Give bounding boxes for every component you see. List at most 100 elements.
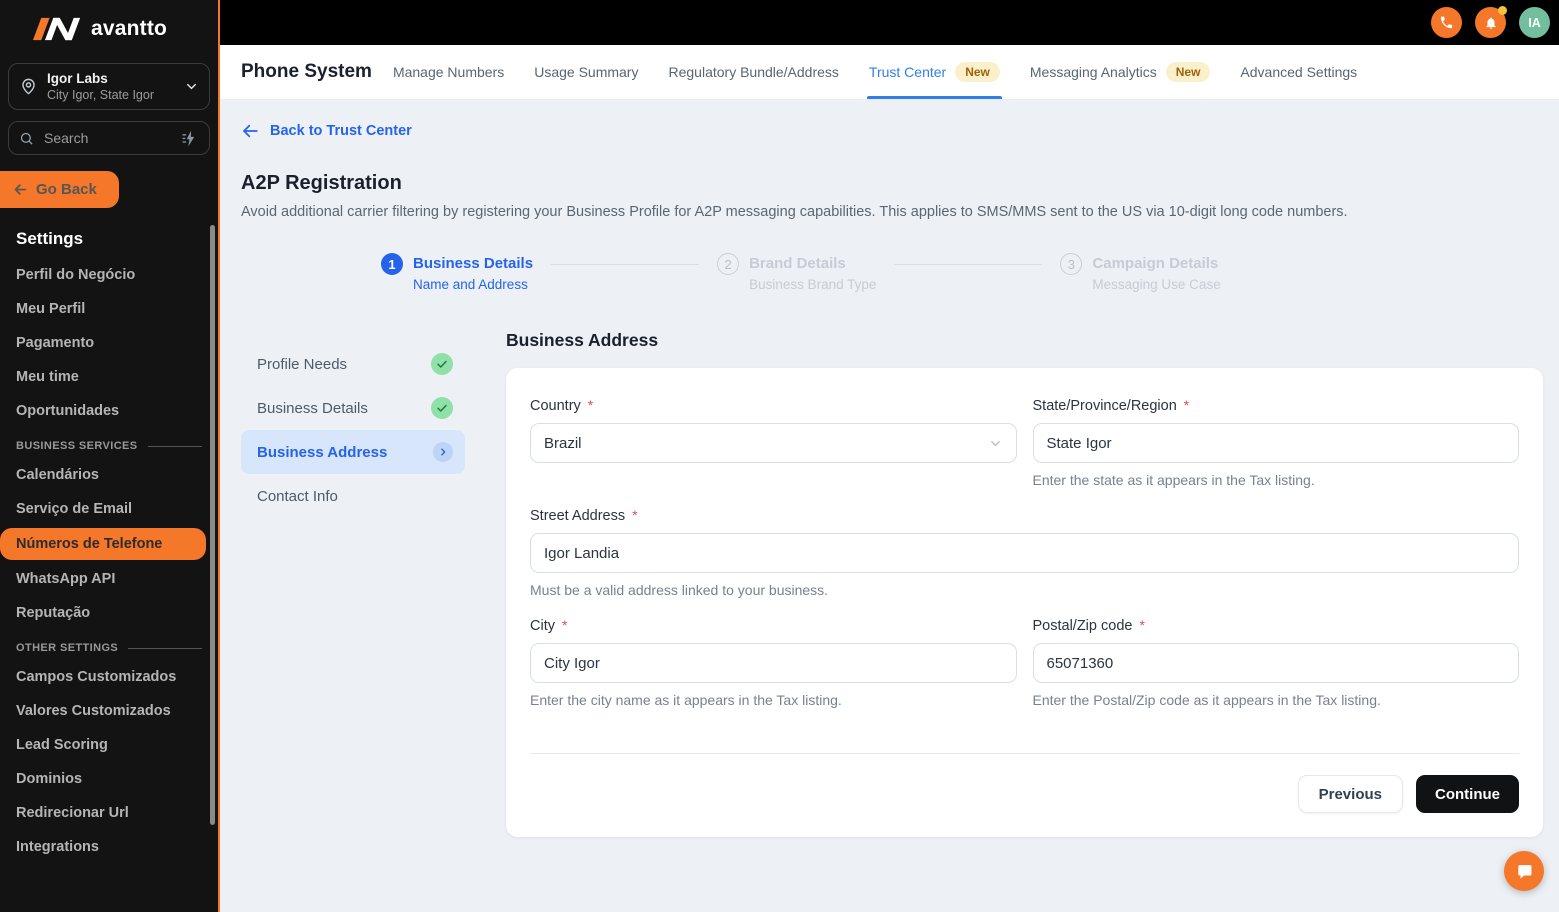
city-field-group: City* Enter the city name as it appears … xyxy=(530,617,1017,708)
phone-button[interactable] xyxy=(1431,7,1462,38)
form-footer: Previous Continue xyxy=(530,753,1519,813)
location-pin-icon xyxy=(19,77,38,96)
content-area: Back to Trust Center A2P Registration Av… xyxy=(220,100,1559,912)
location-detail: City Igor, State Igor xyxy=(47,88,154,102)
sidebar-item-integrations[interactable]: Integrations xyxy=(0,830,218,864)
go-back-button[interactable]: Go Back xyxy=(0,171,119,208)
sidebar-item-whatsapp-api[interactable]: WhatsApp API xyxy=(0,562,218,596)
step-number: 3 xyxy=(1060,253,1083,275)
step-brand-details: 2 Brand Details Business Brand Type xyxy=(717,253,876,292)
back-to-trust-center-link[interactable]: Back to Trust Center xyxy=(241,122,412,140)
sidebar-item-numeros-de-telefone[interactable]: Números de Telefone xyxy=(0,528,206,560)
street-field-group: Street Address* Must be a valid address … xyxy=(530,507,1519,598)
stepper: 1 Business Details Name and Address 2 Br… xyxy=(381,253,1543,292)
postal-zip-input[interactable] xyxy=(1032,643,1519,683)
phone-icon xyxy=(1439,15,1454,30)
sidebar-item-perfil-do-negocio[interactable]: Perfil do Negócio xyxy=(0,258,218,292)
go-back-label: Go Back xyxy=(36,181,97,198)
sidebar-section-business-services: BUSINESS SERVICES xyxy=(0,428,218,458)
required-mark: * xyxy=(1139,617,1145,633)
substep-nav: Profile Needs Business Details Business … xyxy=(241,342,465,518)
quick-action-lightning-icon[interactable] xyxy=(180,129,199,148)
step-campaign-details: 3 Campaign Details Messaging Use Case xyxy=(1060,253,1221,292)
country-label: Country * xyxy=(530,397,594,414)
tab-bar: Phone System Manage Numbers Usage Summar… xyxy=(220,45,1559,100)
chat-fab-button[interactable] xyxy=(1504,851,1544,891)
sidebar-item-calendarios[interactable]: Calendários xyxy=(0,458,218,492)
tab-manage-numbers[interactable]: Manage Numbers xyxy=(378,45,519,99)
required-mark: * xyxy=(632,507,638,523)
substep-contact-info[interactable]: Contact Info xyxy=(241,474,465,518)
search-box xyxy=(8,121,210,155)
new-badge: New xyxy=(955,62,1000,82)
postal-label: Postal/Zip code * xyxy=(1032,617,1145,634)
sidebar-menu: Perfil do Negócio Meu Perfil Pagamento M… xyxy=(0,258,218,864)
brand-logo: avantto xyxy=(0,0,218,55)
notification-badge-dot xyxy=(1498,6,1507,15)
user-avatar[interactable]: IA xyxy=(1519,7,1550,38)
chevron-right-icon xyxy=(433,442,453,462)
country-field-group: Country * Brazil xyxy=(530,397,1017,488)
arrow-left-icon xyxy=(241,122,259,140)
city-input[interactable] xyxy=(530,643,1017,683)
tab-messaging-analytics[interactable]: Messaging Analytics New xyxy=(1015,45,1226,99)
tab-advanced-settings[interactable]: Advanced Settings xyxy=(1225,45,1372,99)
sidebar-item-valores-customizados[interactable]: Valores Customizados xyxy=(0,694,218,728)
avantto-logo-icon xyxy=(32,15,82,43)
step-number: 2 xyxy=(717,253,740,275)
sidebar-item-reputacao[interactable]: Reputação xyxy=(0,596,218,630)
section-divider xyxy=(147,445,202,447)
postal-helper-text: Enter the Postal/Zip code as it appears … xyxy=(1032,692,1381,708)
state-field-group: State/Province/Region* Enter the state a… xyxy=(1032,397,1519,488)
sidebar-item-dominios[interactable]: Dominios xyxy=(0,762,218,796)
substep-business-address[interactable]: Business Address xyxy=(241,430,465,474)
topbar: IA xyxy=(220,0,1559,45)
substep-profile-needs[interactable]: Profile Needs xyxy=(241,342,465,386)
bell-icon xyxy=(1484,16,1498,30)
sidebar-item-oportunidades[interactable]: Oportunidades xyxy=(0,394,218,428)
state-label: State/Province/Region * xyxy=(1032,397,1190,414)
location-name: Igor Labs xyxy=(47,71,108,86)
tabs: Manage Numbers Usage Summary Regulatory … xyxy=(378,45,1372,99)
sidebar-scrollbar[interactable] xyxy=(210,225,215,825)
a2p-registration-title: A2P Registration xyxy=(241,172,402,194)
settings-heading: Settings xyxy=(16,229,84,248)
required-mark: * xyxy=(561,617,568,633)
sidebar-item-meu-perfil[interactable]: Meu Perfil xyxy=(0,292,218,326)
business-address-form: Business Address Country * Brazil State/… xyxy=(506,330,1543,837)
step-business-details: 1 Business Details Name and Address xyxy=(381,253,533,292)
form-heading: Business Address xyxy=(506,330,659,350)
a2p-registration-description: Avoid additional carrier filtering by re… xyxy=(241,204,1348,220)
sidebar-item-redirecionar-url[interactable]: Redirecionar Url xyxy=(0,796,218,830)
sidebar-item-servico-de-email[interactable]: Serviço de Email xyxy=(0,492,218,526)
sidebar-item-pagamento[interactable]: Pagamento xyxy=(0,326,218,360)
tab-regulatory-bundle-address[interactable]: Regulatory Bundle/Address xyxy=(653,45,853,99)
brand-logo-text: avantto xyxy=(91,17,168,40)
tab-trust-center[interactable]: Trust Center New xyxy=(854,45,1015,99)
street-label: Street Address * xyxy=(530,507,638,524)
notifications-button[interactable] xyxy=(1475,6,1507,38)
location-selector[interactable]: Igor Labs City Igor, State Igor xyxy=(8,63,210,110)
previous-button[interactable]: Previous xyxy=(1297,775,1403,813)
required-mark: * xyxy=(587,397,594,413)
city-helper-text: Enter the city name as it appears in the… xyxy=(530,692,842,708)
tab-usage-summary[interactable]: Usage Summary xyxy=(519,45,653,99)
arrow-left-icon xyxy=(13,182,28,197)
form-section: Profile Needs Business Details Business … xyxy=(241,330,1543,837)
new-badge: New xyxy=(1165,62,1211,82)
chat-bubble-icon xyxy=(1515,862,1534,881)
step-connector xyxy=(551,264,700,265)
country-select[interactable]: Brazil xyxy=(530,423,1017,463)
chevron-down-icon xyxy=(988,436,1003,451)
continue-button[interactable]: Continue xyxy=(1416,775,1519,813)
substep-business-details[interactable]: Business Details xyxy=(241,386,465,430)
step-number: 1 xyxy=(381,253,403,275)
street-address-input[interactable] xyxy=(530,533,1519,573)
state-helper-text: Enter the state as it appears in the Tax… xyxy=(1032,472,1315,488)
sidebar-item-lead-scoring[interactable]: Lead Scoring xyxy=(0,728,218,762)
search-input[interactable] xyxy=(42,129,152,147)
sidebar-item-campos-customizados[interactable]: Campos Customizados xyxy=(0,660,218,694)
state-input[interactable] xyxy=(1032,423,1519,463)
sidebar-item-meu-time[interactable]: Meu time xyxy=(0,360,218,394)
check-icon xyxy=(431,353,453,375)
